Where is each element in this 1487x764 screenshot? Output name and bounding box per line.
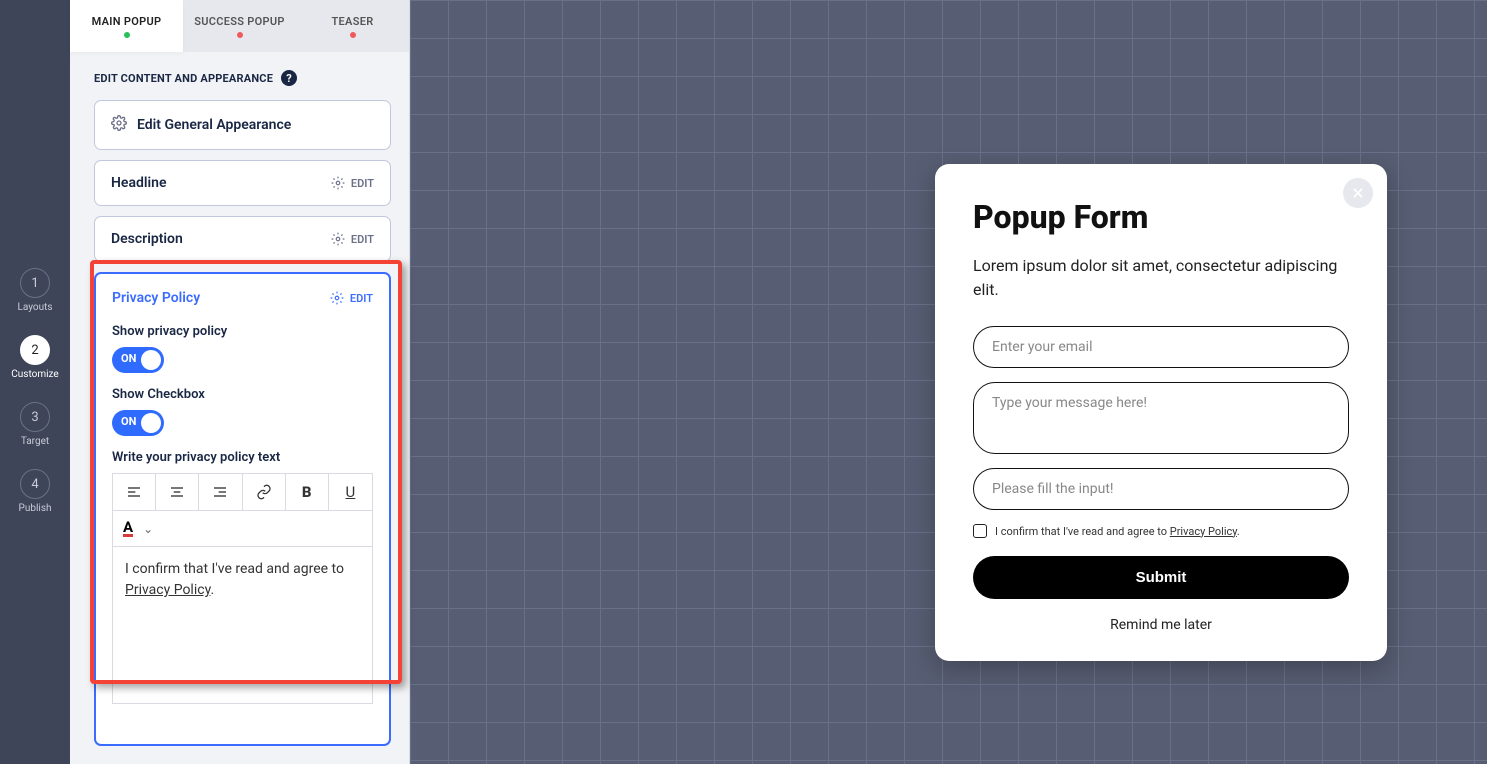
toggle-show-checkbox[interactable]: ON (112, 410, 164, 436)
rte-toolbar: B U (112, 473, 373, 510)
edit-action[interactable]: EDIT (330, 291, 373, 305)
edit-label: EDIT (350, 292, 373, 305)
step-layouts[interactable]: 1 Layouts (17, 268, 52, 313)
card-privacy-policy: Privacy Policy EDIT Show privacy policy … (94, 272, 391, 746)
consent-privacy-link[interactable]: Privacy Policy (1170, 525, 1237, 538)
popup-description: Lorem ipsum dolor sit amet, consectetur … (973, 254, 1349, 302)
card-title: Headline (111, 175, 166, 191)
panel-scroll[interactable]: EDIT CONTENT AND APPEARANCE ? Edit Gener… (70, 52, 409, 764)
privacy-text-prefix: I confirm that I've read and agree to (125, 561, 344, 577)
email-input[interactable]: Enter your email (973, 326, 1349, 368)
step-number: 3 (20, 402, 50, 432)
card-general-appearance[interactable]: Edit General Appearance (94, 100, 391, 150)
step-target[interactable]: 3 Target (20, 402, 50, 447)
card-title: Edit General Appearance (137, 117, 291, 133)
card-description[interactable]: Description EDIT (94, 216, 391, 262)
gear-icon (111, 115, 127, 135)
step-publish[interactable]: 4 Publish (19, 469, 52, 514)
message-input[interactable]: Type your message here! (973, 382, 1349, 454)
section-label: EDIT CONTENT AND APPEARANCE ? (94, 70, 391, 86)
tab-teaser[interactable]: TEASER (296, 0, 409, 52)
toggle-on-text: ON (121, 352, 136, 365)
popup-title: Popup Form (973, 198, 1349, 236)
consent-row: I confirm that I've read and agree to Pr… (973, 524, 1349, 538)
card-headline[interactable]: Headline EDIT (94, 160, 391, 206)
label-show-privacy: Show privacy policy (112, 324, 373, 339)
toggle-show-privacy[interactable]: ON (112, 347, 164, 373)
gear-icon (331, 232, 345, 246)
editor-panel: MAIN POPUP SUCCESS POPUP TEASER EDIT CON… (70, 0, 410, 764)
tab-label: MAIN POPUP (92, 15, 162, 28)
align-left-button[interactable] (113, 474, 156, 510)
popup-preview: Popup Form Lorem ipsum dolor sit amet, c… (935, 164, 1387, 661)
toggle-knob (141, 350, 161, 370)
chevron-down-icon[interactable]: ⌄ (143, 522, 153, 536)
gear-icon (330, 291, 344, 305)
privacy-text-editor[interactable]: I confirm that I've read and agree to Pr… (112, 546, 373, 704)
label-show-checkbox: Show Checkbox (112, 387, 373, 402)
tab-status-dot (124, 32, 130, 38)
consent-prefix: I confirm that I've read and agree to (995, 525, 1170, 538)
step-number: 4 (20, 469, 50, 499)
generic-input[interactable]: Please fill the input! (973, 468, 1349, 510)
bold-button[interactable]: B (286, 474, 329, 510)
edit-label: EDIT (351, 177, 374, 190)
tab-success-popup[interactable]: SUCCESS POPUP (183, 0, 296, 52)
toggle-on-text: ON (121, 415, 136, 428)
rte-toolbar-row2: A ⌄ (112, 510, 373, 546)
card-title: Description (111, 231, 183, 247)
tab-label: SUCCESS POPUP (194, 15, 285, 28)
panel-tabs: MAIN POPUP SUCCESS POPUP TEASER (70, 0, 409, 52)
step-label: Target (21, 436, 49, 447)
privacy-text-suffix: . (210, 582, 214, 598)
help-icon[interactable]: ? (281, 70, 297, 86)
submit-button[interactable]: Submit (973, 556, 1349, 599)
tab-status-dot (350, 32, 356, 38)
section-label-text: EDIT CONTENT AND APPEARANCE (94, 72, 273, 85)
gear-icon (331, 176, 345, 190)
edit-action[interactable]: EDIT (331, 232, 374, 246)
label-write-policy: Write your privacy policy text (112, 450, 373, 465)
step-number: 2 (20, 335, 50, 365)
consent-checkbox[interactable] (973, 524, 987, 538)
step-label: Layouts (17, 302, 52, 313)
align-center-button[interactable] (156, 474, 199, 510)
edit-label: EDIT (351, 233, 374, 246)
tab-status-dot (237, 32, 243, 38)
text-color-button[interactable]: A (123, 520, 133, 537)
tab-label: TEASER (331, 15, 373, 28)
consent-suffix: . (1237, 525, 1240, 538)
link-button[interactable] (243, 474, 286, 510)
toggle-knob (141, 413, 161, 433)
remind-later-link[interactable]: Remind me later (973, 617, 1349, 633)
step-label: Publish (19, 503, 52, 514)
edit-action[interactable]: EDIT (331, 176, 374, 190)
privacy-title: Privacy Policy (112, 290, 200, 306)
privacy-header: Privacy Policy EDIT (112, 290, 373, 306)
steps-sidebar: 1 Layouts 2 Customize 3 Target 4 Publish (0, 0, 70, 764)
close-button[interactable] (1343, 178, 1373, 208)
close-icon (1351, 186, 1365, 200)
tab-main-popup[interactable]: MAIN POPUP (70, 0, 183, 52)
align-right-button[interactable] (199, 474, 242, 510)
privacy-policy-link[interactable]: Privacy Policy (125, 582, 210, 598)
step-number: 1 (20, 268, 50, 298)
step-customize[interactable]: 2 Customize (11, 335, 58, 380)
underline-button[interactable]: U (329, 474, 372, 510)
preview-canvas: Popup Form Lorem ipsum dolor sit amet, c… (410, 0, 1487, 764)
step-label: Customize (11, 369, 58, 380)
